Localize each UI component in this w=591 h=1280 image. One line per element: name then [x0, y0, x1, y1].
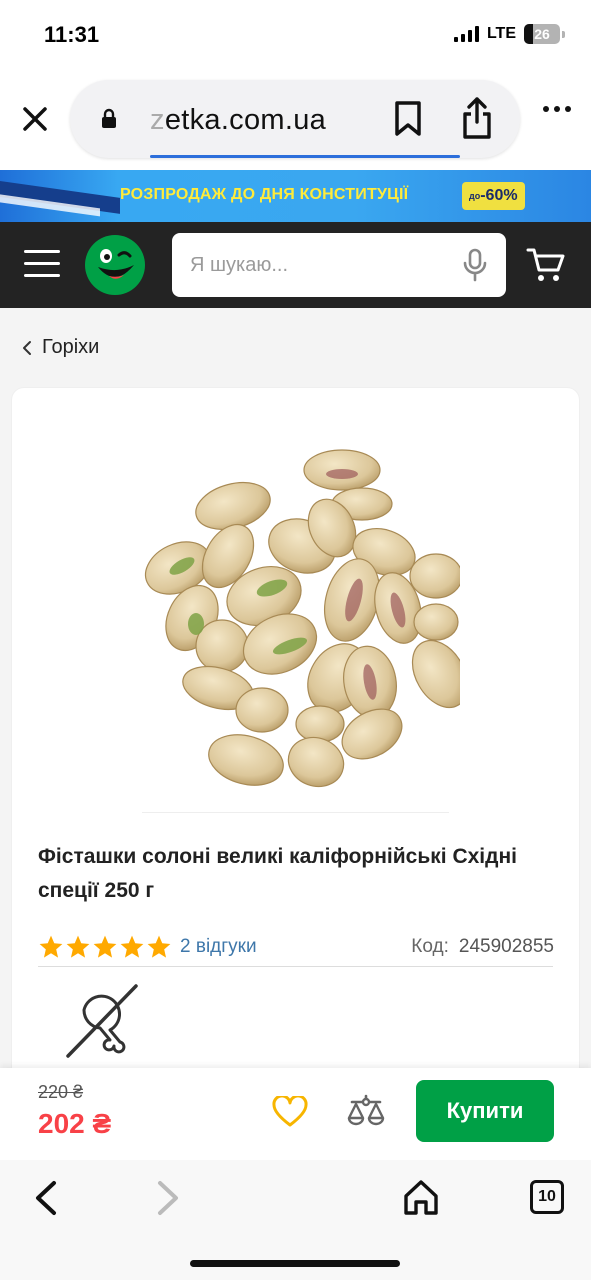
forward-icon[interactable]: [156, 1180, 182, 1216]
network-label: LTE: [486, 25, 516, 42]
search-input[interactable]: [190, 233, 450, 297]
star-icon: [39, 935, 63, 958]
product-code-label: Код:: [411, 936, 449, 957]
star-icon: [66, 935, 90, 958]
rating-row: 2 відгуки Код: 245902855: [38, 934, 554, 960]
product-code: Код: 245902855: [411, 936, 554, 958]
status-bar: 11:31 LTE 26: [0, 0, 591, 68]
home-icon[interactable]: [402, 1178, 440, 1216]
rating-stars[interactable]: [38, 934, 172, 960]
battery-icon: 26: [524, 24, 560, 44]
cart-icon[interactable]: [526, 246, 566, 284]
star-icon: [93, 935, 117, 958]
promo-banner[interactable]: РОЗПРОДАЖ ДО ДНЯ КОНСТИТУЦІЇ до-60%: [0, 170, 591, 222]
signal-icon: [453, 26, 479, 42]
search-box: [172, 233, 506, 297]
load-progress: [150, 155, 460, 158]
tabs-icon[interactable]: 10: [530, 1180, 564, 1214]
price: 202 ₴: [38, 1108, 112, 1139]
product-card: Фісташки солоні великі каліфорнійські Сх…: [12, 388, 579, 1088]
status-indicators: LTE 26: [453, 24, 565, 44]
product-image[interactable]: [130, 448, 460, 788]
bookmark-icon[interactable]: [392, 100, 424, 138]
star-icon: [120, 935, 144, 958]
heart-icon[interactable]: [272, 1096, 308, 1128]
site-header: [0, 222, 591, 308]
url-text: zetka.com.ua: [150, 104, 327, 136]
close-icon[interactable]: [22, 106, 48, 132]
home-indicator[interactable]: [190, 1260, 400, 1267]
chevron-left-icon: [23, 340, 31, 355]
breadcrumb[interactable]: Горіхи: [22, 336, 99, 359]
star-icon: [147, 935, 171, 958]
browser-address-bar: zetka.com.ua: [0, 68, 591, 172]
more-icon[interactable]: [543, 106, 571, 112]
buy-button[interactable]: Купити: [416, 1080, 554, 1142]
back-icon[interactable]: [32, 1180, 58, 1216]
mic-icon[interactable]: [462, 248, 488, 282]
rating-divider: [38, 966, 553, 967]
battery-level: 26: [534, 26, 550, 42]
lock-icon: [102, 108, 116, 128]
buy-bar: 220 ₴ 202 ₴ Купити: [0, 1068, 591, 1160]
browser-toolbar: 10: [0, 1160, 591, 1280]
rozetka-logo[interactable]: [84, 234, 146, 296]
promo-text: РОЗПРОДАЖ ДО ДНЯ КОНСТИТУЦІЇ: [120, 186, 409, 203]
promo-badge: до-60%: [462, 182, 525, 210]
compare-icon[interactable]: [346, 1094, 386, 1130]
product-code-value: 245902855: [458, 936, 554, 957]
url-field[interactable]: zetka.com.ua: [70, 80, 520, 158]
reviews-link[interactable]: 2 відгуки: [180, 936, 257, 958]
status-time: 11:31: [44, 22, 100, 47]
product-title: Фісташки солоні великі каліфорнійські Сх…: [38, 845, 517, 902]
share-icon[interactable]: [460, 96, 494, 140]
no-meat-icon: [66, 984, 138, 1058]
menu-icon[interactable]: [24, 250, 60, 286]
old-price: 220 ₴: [38, 1082, 84, 1102]
image-divider: [142, 812, 449, 813]
breadcrumb-label: Горіхи: [42, 336, 100, 358]
